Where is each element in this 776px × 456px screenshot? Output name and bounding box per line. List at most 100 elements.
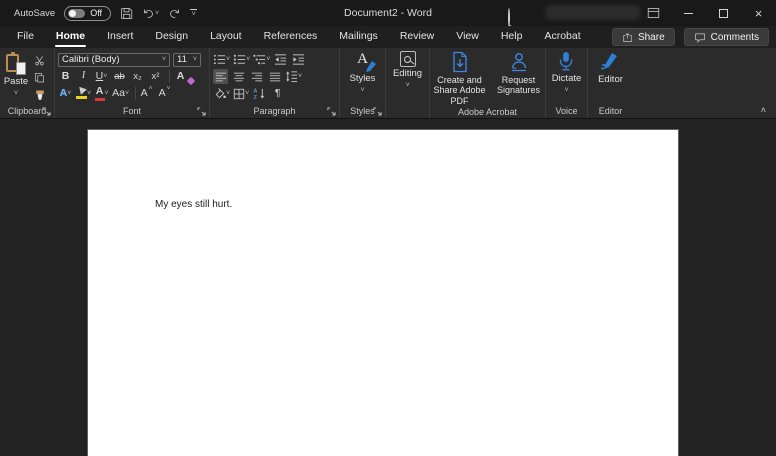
subscript-button[interactable]: x₂ (130, 69, 145, 84)
superscript-button[interactable]: x² (148, 69, 163, 84)
highlight-color-button[interactable]: ˅ (76, 86, 91, 101)
document-text[interactable]: My eyes still hurt. (88, 130, 678, 210)
increase-indent-icon (293, 54, 305, 65)
styles-dialog-launcher[interactable] (373, 107, 382, 116)
tab-layout[interactable]: Layout (199, 26, 253, 48)
shrink-font-button[interactable]: A ˅ (157, 85, 172, 101)
chevron-down-icon: ˅ (226, 90, 231, 97)
chevron-down-icon: ˅ (124, 90, 130, 97)
chevron-down-icon: ˅ (166, 85, 171, 92)
clipboard-dialog-launcher[interactable] (42, 107, 51, 116)
chevron-down-icon: ˅ (155, 9, 160, 17)
align-right-button[interactable] (249, 69, 264, 84)
tab-view[interactable]: View (445, 26, 490, 48)
justify-button[interactable] (267, 69, 282, 84)
tab-references[interactable]: References (253, 26, 329, 48)
chevron-down-icon: ˅ (192, 56, 197, 63)
tab-home[interactable]: Home (45, 26, 96, 48)
customize-quick-access-toolbar-button[interactable]: ˅ (190, 9, 197, 18)
justify-icon (269, 72, 280, 81)
ribbon-group-editing: Editing ˅ (386, 48, 430, 118)
borders-button[interactable]: ˅ (233, 86, 249, 101)
font-color-button[interactable]: A ˅ (94, 86, 109, 101)
clear-formatting-button[interactable]: A (173, 69, 196, 86)
align-center-button[interactable] (231, 69, 246, 84)
chevron-down-icon: ˅ (103, 73, 108, 80)
bold-button[interactable]: B (58, 69, 73, 84)
editing-menu-button[interactable]: Editing ˅ (393, 51, 422, 104)
change-case-button[interactable]: Aa ˅ (112, 86, 129, 101)
request-signatures-button[interactable]: Request Signatures (493, 51, 545, 106)
minimize-button[interactable] (671, 0, 706, 26)
chevron-down-icon: ˅ (360, 86, 365, 94)
tab-file[interactable]: File (6, 26, 45, 48)
title-bar: AutoSave Off ˅ ˅ Document2 - Word × (0, 0, 776, 27)
microphone-icon (560, 52, 573, 71)
decrease-indent-button[interactable] (273, 52, 288, 67)
comments-button[interactable]: Comments (683, 28, 769, 46)
tab-help[interactable]: Help (490, 26, 534, 48)
multilevel-list-button[interactable]: ˅ (253, 52, 270, 67)
tab-mailings[interactable]: Mailings (328, 26, 389, 48)
chevron-down-icon: ˅ (405, 81, 410, 89)
styles-button[interactable]: A Styles ˅ (350, 51, 376, 104)
share-button[interactable]: Share (611, 28, 675, 46)
numbering-button[interactable]: ˅ (233, 52, 250, 67)
numbered-list-icon (234, 54, 246, 65)
tab-review[interactable]: Review (389, 26, 445, 48)
redo-button[interactable] (168, 7, 181, 20)
bullets-button[interactable]: ˅ (213, 52, 230, 67)
increase-indent-button[interactable] (291, 52, 306, 67)
ribbon-group-paragraph: ˅ ˅ ˅ ˅ ˅ ˅ A Z ¶ Paragraph (210, 48, 340, 118)
tab-design[interactable]: Design (144, 26, 199, 48)
maximize-button[interactable] (706, 0, 741, 26)
autosave-toggle-knob (68, 8, 86, 18)
ribbon-group-editor: Editor Editor (588, 48, 633, 118)
create-share-pdf-button[interactable]: Create and Share Adobe PDF (431, 51, 489, 106)
comments-label: Comments (710, 31, 759, 43)
document-canvas[interactable]: My eyes still hurt. (0, 119, 776, 456)
cut-button[interactable] (32, 53, 47, 68)
collapse-ribbon-button[interactable]: ˄ (761, 105, 766, 115)
ribbon-group-adobe-acrobat: Create and Share Adobe PDF Request Signa… (430, 48, 546, 118)
tab-acrobat[interactable]: Acrobat (533, 26, 591, 48)
chevron-down-icon: ˅ (564, 86, 569, 94)
grow-font-button[interactable]: A ˄ (139, 85, 154, 101)
italic-button[interactable]: I (76, 69, 91, 84)
ribbon-display-options-button[interactable] (636, 0, 671, 26)
underline-button[interactable]: U ˅ (94, 69, 109, 84)
sort-button[interactable]: A Z (252, 86, 267, 101)
font-name-select[interactable]: Calibri (Body) ˅ (58, 52, 170, 67)
align-left-button[interactable] (213, 69, 228, 84)
save-icon (121, 7, 133, 19)
dictate-button[interactable]: Dictate ˅ (552, 51, 581, 104)
font-dialog-launcher[interactable] (197, 107, 206, 116)
strikethrough-button[interactable]: ab (112, 69, 127, 84)
ribbon-tabs: File Home Insert Design Layout Reference… (0, 26, 592, 48)
document-page[interactable]: My eyes still hurt. (88, 130, 678, 456)
paste-button[interactable]: Paste ˅ (0, 51, 32, 104)
ribbon-group-clipboard: Paste ˅ Clipboard (0, 48, 55, 118)
save-button[interactable] (120, 7, 133, 20)
format-painter-button[interactable] (32, 87, 47, 102)
editor-button[interactable]: Editor (598, 51, 623, 104)
line-spacing-icon (286, 71, 298, 83)
shading-button[interactable]: ˅ (213, 86, 230, 101)
editor-group-label: Editor (598, 106, 623, 116)
line-spacing-button[interactable]: ˅ (285, 69, 302, 84)
tab-insert[interactable]: Insert (96, 26, 144, 48)
close-button[interactable]: × (741, 0, 776, 26)
copy-button[interactable] (32, 70, 47, 85)
autosave-toggle[interactable]: Off (64, 5, 112, 21)
font-size-select[interactable]: 11 ˅ (173, 52, 201, 67)
dialog-launcher-icon (42, 107, 51, 116)
autosave-state: Off (90, 8, 103, 18)
text-effects-button[interactable]: A ˅ (58, 86, 73, 101)
paragraph-dialog-launcher[interactable] (327, 107, 336, 116)
search-icon[interactable] (508, 8, 510, 27)
format-painter-icon (35, 90, 44, 100)
show-hide-formatting-button[interactable]: ¶ (270, 86, 285, 101)
align-right-icon (251, 72, 262, 81)
undo-button[interactable]: ˅ (142, 7, 159, 20)
ribbon-display-options-icon (647, 8, 660, 18)
